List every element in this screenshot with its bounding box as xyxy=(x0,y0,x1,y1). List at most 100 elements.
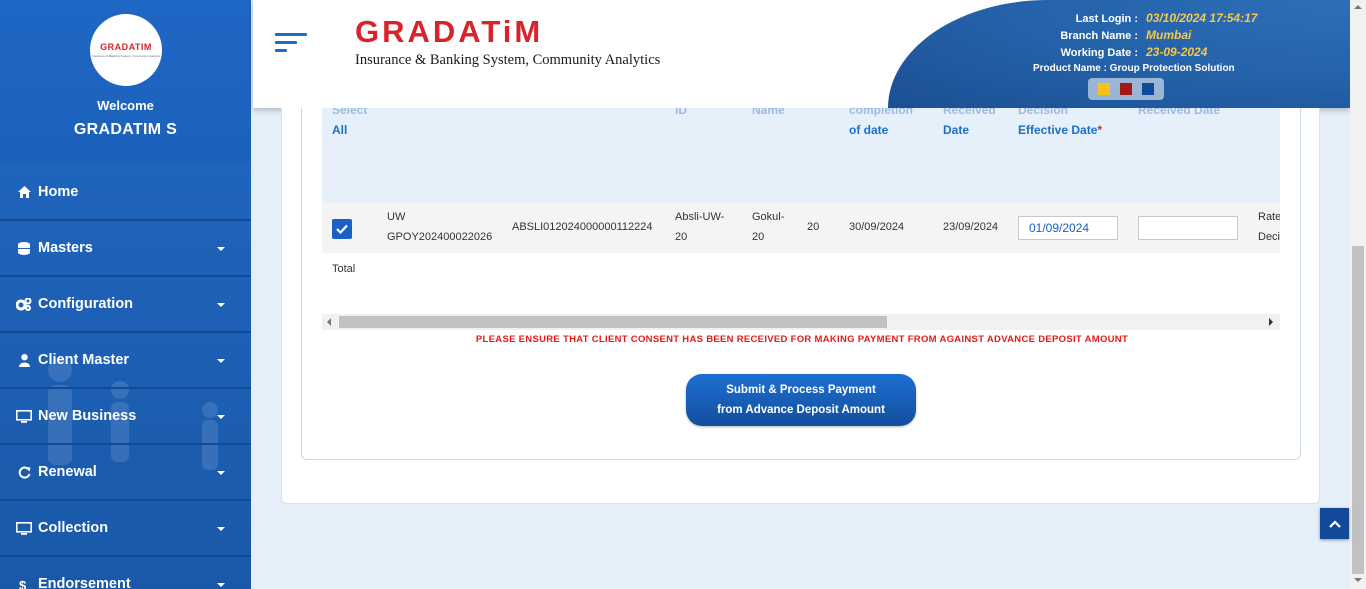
sidebar-menu: Home Masters Configuration Client Master xyxy=(0,165,251,589)
last-login-label: Last Login : xyxy=(1075,13,1138,25)
header-completion-bottom: of date xyxy=(849,123,889,137)
scroll-down-icon[interactable] xyxy=(1354,578,1362,582)
scroll-thumb[interactable] xyxy=(339,316,887,328)
cell-completion-date: 30/09/2024 xyxy=(849,221,905,233)
header-select-top: Select xyxy=(332,108,368,117)
decision-effective-date-input[interactable]: 01/09/2024 xyxy=(1018,216,1118,240)
branch-value: Mumbai xyxy=(1146,28,1192,42)
sidebar-item-collection[interactable]: Collection xyxy=(0,501,251,557)
scroll-up-icon[interactable] xyxy=(1354,5,1362,9)
cell-rate-line2: Deci xyxy=(1258,231,1280,243)
header-decision-label: Effective Date xyxy=(1018,123,1098,137)
chevron-down-icon xyxy=(217,527,225,531)
header-decision-top: Decision xyxy=(1018,108,1069,117)
username: GRADATIM S xyxy=(73,121,178,138)
required-asterisk: * xyxy=(1097,123,1103,137)
submit-button-line2: from Advance Deposit Amount xyxy=(717,404,885,416)
product-name: Product Name : Group Protection Solution xyxy=(1033,63,1235,74)
header-received-top: Received xyxy=(943,108,996,117)
brand-logo[interactable]: GRADATIM Insurance & Banking System, Com… xyxy=(90,14,162,86)
chevron-down-icon xyxy=(217,583,225,587)
logo-text: GRADATIM xyxy=(100,42,152,52)
cell-uw-line1: UW xyxy=(387,211,406,223)
sidebar-item-renewal[interactable]: Renewal xyxy=(0,445,251,501)
theme-blue-swatch[interactable] xyxy=(1142,83,1154,95)
table-header: Select All ID Name completion of date Re… xyxy=(322,108,1280,203)
cell-name-line2: 20 xyxy=(752,231,765,243)
hamburger-menu-icon[interactable] xyxy=(275,33,309,59)
brand-banner: GRADATiM Insurance & Banking System, Com… xyxy=(355,14,661,84)
gears-icon xyxy=(14,297,34,311)
page-scroll-thumb[interactable] xyxy=(1352,246,1364,574)
chevron-up-icon xyxy=(1328,519,1341,528)
sidebar: GRADATIM Insurance & Banking System, Com… xyxy=(0,0,251,589)
sidebar-item-label: Endorsement xyxy=(38,576,131,589)
last-login-row: Last Login : 03/10/2024 17:54:17 xyxy=(988,11,1258,25)
cell-uw-line2: GPOY202400022026 xyxy=(387,231,493,243)
header-decision-effective-date: Effective Date* xyxy=(1018,120,1102,140)
scroll-right-icon[interactable] xyxy=(1269,318,1273,326)
top-header: GRADATiM Insurance & Banking System, Com… xyxy=(253,0,1350,108)
total-label: Total xyxy=(332,263,356,275)
table-horizontal-scrollbar[interactable] xyxy=(322,314,1280,330)
received-date-input[interactable] xyxy=(1138,216,1238,240)
brand-subtitle: Insurance & Banking System, Community An… xyxy=(355,52,661,68)
dollar-icon: $ xyxy=(14,578,34,589)
page-vertical-scrollbar[interactable] xyxy=(1350,0,1366,589)
theme-yellow-swatch[interactable] xyxy=(1098,83,1110,95)
sidebar-item-masters[interactable]: Masters xyxy=(0,221,251,277)
cell-policy-no: ABSLI012024000000112224 xyxy=(512,221,653,233)
submit-button-line1: Submit & Process Payment xyxy=(726,384,876,396)
sidebar-item-label: New Business xyxy=(38,408,137,424)
sidebar-item-label: Collection xyxy=(38,520,109,536)
working-date-row: Working Date : 23-09-2024 xyxy=(988,45,1208,59)
header-select-all[interactable]: All xyxy=(332,120,347,140)
database-icon xyxy=(14,241,34,255)
header-name: Name xyxy=(752,108,785,117)
sidebar-item-client-master[interactable]: Client Master xyxy=(0,333,251,389)
cell-id-line2: 20 xyxy=(675,231,688,243)
sidebar-item-label: Configuration xyxy=(38,296,134,312)
theme-red-swatch[interactable] xyxy=(1120,83,1132,95)
sidebar-item-label: Masters xyxy=(38,240,93,256)
cell-name-line1: Gokul- xyxy=(752,211,785,223)
check-icon xyxy=(336,224,348,234)
user-icon xyxy=(14,353,34,367)
sidebar-item-label: Client Master xyxy=(38,352,130,368)
home-icon xyxy=(14,186,34,198)
scroll-to-top-button[interactable] xyxy=(1320,508,1349,539)
session-info-panel: Last Login : 03/10/2024 17:54:17 Branch N… xyxy=(888,0,1350,108)
refresh-icon xyxy=(14,466,34,479)
header-received-date-2: Received Date xyxy=(1138,108,1221,117)
branch-row: Branch Name : Mumbai xyxy=(988,28,1191,42)
scroll-left-icon[interactable] xyxy=(327,318,331,326)
consent-notice: PLEASE ENSURE THAT CLIENT CONSENT HAS BE… xyxy=(475,334,1129,345)
brand-title: GRADATiM xyxy=(355,14,544,49)
header-completion-top: completion xyxy=(849,108,914,117)
total-row: Total xyxy=(322,253,1280,285)
logo-subtext: Insurance & Banking System, Community An… xyxy=(91,54,161,58)
theme-selector xyxy=(1088,78,1164,100)
chevron-down-icon xyxy=(217,303,225,307)
submit-process-payment-button[interactable]: Submit & Process Payment from Advance De… xyxy=(686,374,916,426)
sidebar-item-label: Home xyxy=(38,184,79,200)
sidebar-item-configuration[interactable]: Configuration xyxy=(0,277,251,333)
sidebar-item-endorsement[interactable]: $ Endorsement xyxy=(0,557,251,589)
cell-count: 20 xyxy=(807,221,820,233)
chevron-down-icon xyxy=(217,359,225,363)
row-select-checkbox[interactable] xyxy=(332,219,352,239)
chevron-down-icon xyxy=(217,471,225,475)
last-login-value: 03/10/2024 17:54:17 xyxy=(1146,11,1258,25)
sidebar-item-home[interactable]: Home xyxy=(0,165,251,221)
chevron-down-icon xyxy=(217,247,225,251)
sidebar-item-new-business[interactable]: New Business xyxy=(0,389,251,445)
header-received-bottom: Date xyxy=(943,123,970,137)
content-panel: Select All ID Name completion of date Re… xyxy=(281,108,1320,504)
working-date-label: Working Date : xyxy=(1060,47,1138,59)
monitor-icon xyxy=(14,409,34,423)
chevron-down-icon xyxy=(217,415,225,419)
header-id: ID xyxy=(675,108,687,117)
cell-id-line1: Absli-UW- xyxy=(675,211,725,223)
sidebar-item-label: Renewal xyxy=(38,464,97,480)
cell-rate-line1: Rate xyxy=(1258,211,1280,223)
